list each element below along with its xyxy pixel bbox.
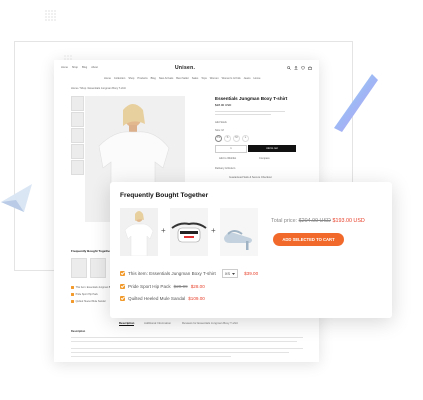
- crystal-decoration: [334, 74, 378, 132]
- top-link[interactable]: Shop: [72, 66, 78, 70]
- card-title: Frequently Bought Together: [120, 192, 209, 199]
- size-select-value: XS: [224, 271, 231, 276]
- bundle-item-row: Pride Sport Hip Pack $29.99 $28.00: [120, 284, 205, 289]
- top-link[interactable]: Home: [61, 66, 68, 70]
- size-option[interactable]: M: [233, 135, 240, 142]
- product-title: Essentials Jungman Boxy T-shirt: [215, 96, 288, 101]
- item-label: This item: Essentials Jungman Boxy T-shi…: [128, 271, 216, 276]
- size-options: XS S M L: [215, 135, 249, 142]
- total-new-price: $193.00 USD: [332, 218, 365, 224]
- search-icon[interactable]: [287, 66, 291, 70]
- paper-plane-decoration: [1, 184, 32, 212]
- nav-item[interactable]: Blog: [151, 77, 156, 81]
- fbt-small-row[interactable]: This Item: Essentials Jungman Boxy: [71, 286, 114, 289]
- product-image-sandal[interactable]: [220, 208, 258, 256]
- fbt-small-image: [71, 258, 87, 278]
- nav-item[interactable]: Jeans: [244, 77, 251, 81]
- header-icons: [287, 66, 312, 70]
- add-to-cart-button[interactable]: Add to cart: [248, 145, 296, 152]
- top-link[interactable]: Blog: [82, 66, 87, 70]
- wishlist-link[interactable]: Add to Wishlist: [219, 157, 236, 161]
- product-thumbnail[interactable]: [71, 160, 84, 175]
- nav-item[interactable]: Shop: [128, 77, 134, 81]
- dot-grid-decoration: [45, 10, 56, 21]
- fbt-small-row[interactable]: Quilted Heeled Mule Sandal: [71, 300, 105, 303]
- total-old-price: $204.99 USD: [298, 218, 331, 224]
- plus-icon: +: [211, 226, 216, 235]
- sandal-image: [220, 208, 258, 256]
- tab-description[interactable]: Description: [119, 321, 135, 326]
- item-checkbox[interactable]: [120, 284, 125, 289]
- item-label: Quilted Heeled Mule Sandal: [128, 296, 186, 301]
- nav-item[interactable]: Best Seller: [176, 77, 189, 81]
- description-heading: Description: [71, 330, 86, 333]
- nav-item[interactable]: Women: [210, 77, 219, 81]
- main-nav: Home Collection Shop Products Blog New A…: [104, 77, 261, 81]
- add-selected-to-cart-button[interactable]: ADD SELECTED TO CART: [273, 233, 344, 246]
- nav-item[interactable]: Tops: [201, 77, 206, 81]
- product-thumbnail[interactable]: [71, 144, 84, 159]
- nav-item[interactable]: New Arrivals: [159, 77, 173, 81]
- tshirt-model-image: [120, 208, 158, 256]
- secure-checkout-note: Guaranteed Safe & Secure Checkout: [229, 176, 272, 179]
- user-icon[interactable]: [294, 66, 298, 70]
- heart-icon[interactable]: [301, 66, 305, 70]
- item-price: $109.00: [188, 296, 205, 301]
- item-checkbox[interactable]: [120, 296, 125, 301]
- quantity-stepper[interactable]: 1: [215, 145, 247, 153]
- product-thumbnail[interactable]: [71, 112, 84, 127]
- item-label: Pride Sport Hip Pack: [128, 284, 171, 289]
- frequently-bought-together-card: Frequently Bought Together + + Total pri…: [110, 182, 392, 318]
- total-label: Total price:: [271, 218, 298, 224]
- bundle-item-row: Quilted Heeled Mule Sandal $109.00: [120, 296, 205, 301]
- delivery-link[interactable]: Delivery & Return: [215, 167, 235, 171]
- product-image-tshirt[interactable]: [120, 208, 158, 256]
- product-image-hip-pack[interactable]: [170, 208, 208, 256]
- fbt-small-row[interactable]: Pride Sport Hip Pack: [71, 293, 98, 296]
- store-logo[interactable]: Unisen.: [175, 65, 195, 71]
- product-thumbnail[interactable]: [71, 128, 84, 143]
- nav-item[interactable]: Women's & Kids: [222, 77, 241, 81]
- fbt-small-image: [90, 258, 106, 278]
- item-price: $39.00: [244, 271, 259, 276]
- size-label: Size: M: [215, 129, 224, 132]
- item-old-price: $29.99: [173, 284, 188, 289]
- nav-item[interactable]: Home: [104, 77, 111, 81]
- product-thumbnail[interactable]: [71, 96, 84, 111]
- breadcrumb: Home / Shop / Essentials Jungman Boxy T-…: [71, 87, 126, 90]
- hip-pack-image: [170, 208, 208, 256]
- fbt-small-title: Frequently Bought Together: [71, 249, 112, 253]
- tab-additional-info[interactable]: Additional Information: [144, 321, 171, 325]
- size-option[interactable]: L: [242, 135, 249, 142]
- compare-link[interactable]: Compare: [259, 157, 270, 161]
- plus-icon: +: [161, 226, 166, 235]
- top-links: Home Shop Blog About: [61, 66, 98, 70]
- product-price: $28.00 USD: [215, 103, 232, 107]
- chevron-down-icon: [232, 272, 236, 275]
- bundle-item-row: This item: Essentials Jungman Boxy T-shi…: [120, 269, 258, 278]
- tab-reviews[interactable]: Reviews for Essentials Jungman Boxy T-sh…: [182, 321, 238, 325]
- total-price: Total price: $204.99 USD $193.00 USD: [271, 218, 365, 224]
- nav-item[interactable]: Home: [254, 77, 261, 81]
- item-checkbox[interactable]: [120, 271, 125, 276]
- size-select[interactable]: XS: [221, 269, 239, 278]
- size-option[interactable]: XS: [215, 135, 222, 142]
- nav-item[interactable]: Products: [137, 77, 147, 81]
- size-option[interactable]: S: [224, 135, 231, 142]
- nav-item[interactable]: Collection: [114, 77, 125, 81]
- top-link[interactable]: About: [91, 66, 98, 70]
- cart-icon[interactable]: [308, 66, 312, 70]
- stock-label: Add Stock: [215, 121, 227, 124]
- nav-item[interactable]: Sales: [192, 77, 199, 81]
- item-price: $28.00: [190, 284, 205, 289]
